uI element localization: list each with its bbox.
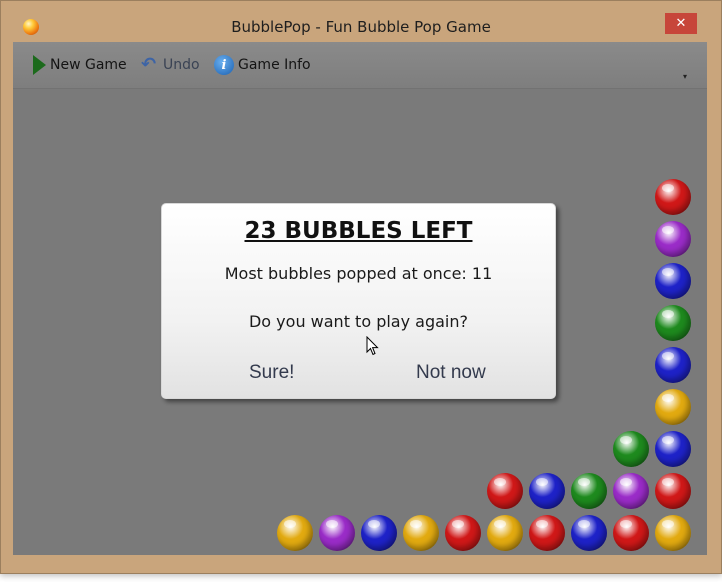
undo-label: Undo bbox=[163, 57, 200, 73]
yellow-bubble[interactable] bbox=[655, 389, 691, 425]
undo-icon: ↶ bbox=[141, 54, 157, 75]
yellow-bubble[interactable] bbox=[655, 515, 691, 551]
blue-bubble[interactable] bbox=[655, 347, 691, 383]
toolbar-overflow-icon[interactable]: ▾ bbox=[683, 72, 687, 81]
game-area: New Game ↶ Undo i Game Info ▾ 23 BUBBLES… bbox=[13, 42, 707, 555]
purple-bubble[interactable] bbox=[319, 515, 355, 551]
green-bubble[interactable] bbox=[613, 431, 649, 467]
app-window: BubblePop - Fun Bubble Pop Game ✕ New Ga… bbox=[0, 0, 722, 574]
red-bubble[interactable] bbox=[655, 473, 691, 509]
red-bubble[interactable] bbox=[529, 515, 565, 551]
purple-bubble[interactable] bbox=[655, 221, 691, 257]
sure-button[interactable]: Sure! bbox=[249, 362, 294, 384]
blue-bubble[interactable] bbox=[655, 263, 691, 299]
most-popped-text: Most bubbles popped at once: 11 bbox=[224, 264, 493, 283]
red-bubble[interactable] bbox=[487, 473, 523, 509]
yellow-bubble[interactable] bbox=[277, 515, 313, 551]
undo-button[interactable]: ↶ Undo bbox=[141, 54, 200, 76]
red-bubble[interactable] bbox=[445, 515, 481, 551]
play-icon bbox=[33, 55, 46, 75]
game-over-dialog: 23 BUBBLES LEFT Most bubbles popped at o… bbox=[161, 203, 556, 399]
yellow-bubble[interactable] bbox=[487, 515, 523, 551]
green-bubble[interactable] bbox=[655, 305, 691, 341]
bubbles-left-heading: 23 BUBBLES LEFT bbox=[244, 218, 473, 244]
red-bubble[interactable] bbox=[613, 515, 649, 551]
blue-bubble[interactable] bbox=[361, 515, 397, 551]
blue-bubble[interactable] bbox=[529, 473, 565, 509]
not-now-button[interactable]: Not now bbox=[416, 362, 486, 384]
close-button[interactable]: ✕ bbox=[665, 13, 697, 34]
toolbar: New Game ↶ Undo i Game Info ▾ bbox=[13, 42, 707, 89]
new-game-label: New Game bbox=[50, 57, 127, 73]
window-title: BubblePop - Fun Bubble Pop Game bbox=[231, 18, 491, 36]
new-game-button[interactable]: New Game bbox=[33, 54, 127, 76]
green-bubble[interactable] bbox=[571, 473, 607, 509]
purple-bubble[interactable] bbox=[613, 473, 649, 509]
yellow-bubble[interactable] bbox=[403, 515, 439, 551]
game-info-button[interactable]: i Game Info bbox=[214, 54, 311, 76]
blue-bubble[interactable] bbox=[655, 431, 691, 467]
play-again-question: Do you want to play again? bbox=[248, 312, 469, 331]
game-info-label: Game Info bbox=[238, 57, 311, 73]
blue-bubble[interactable] bbox=[571, 515, 607, 551]
red-bubble[interactable] bbox=[655, 179, 691, 215]
title-bar[interactable]: BubblePop - Fun Bubble Pop Game ✕ bbox=[1, 1, 721, 41]
info-icon: i bbox=[214, 55, 234, 75]
